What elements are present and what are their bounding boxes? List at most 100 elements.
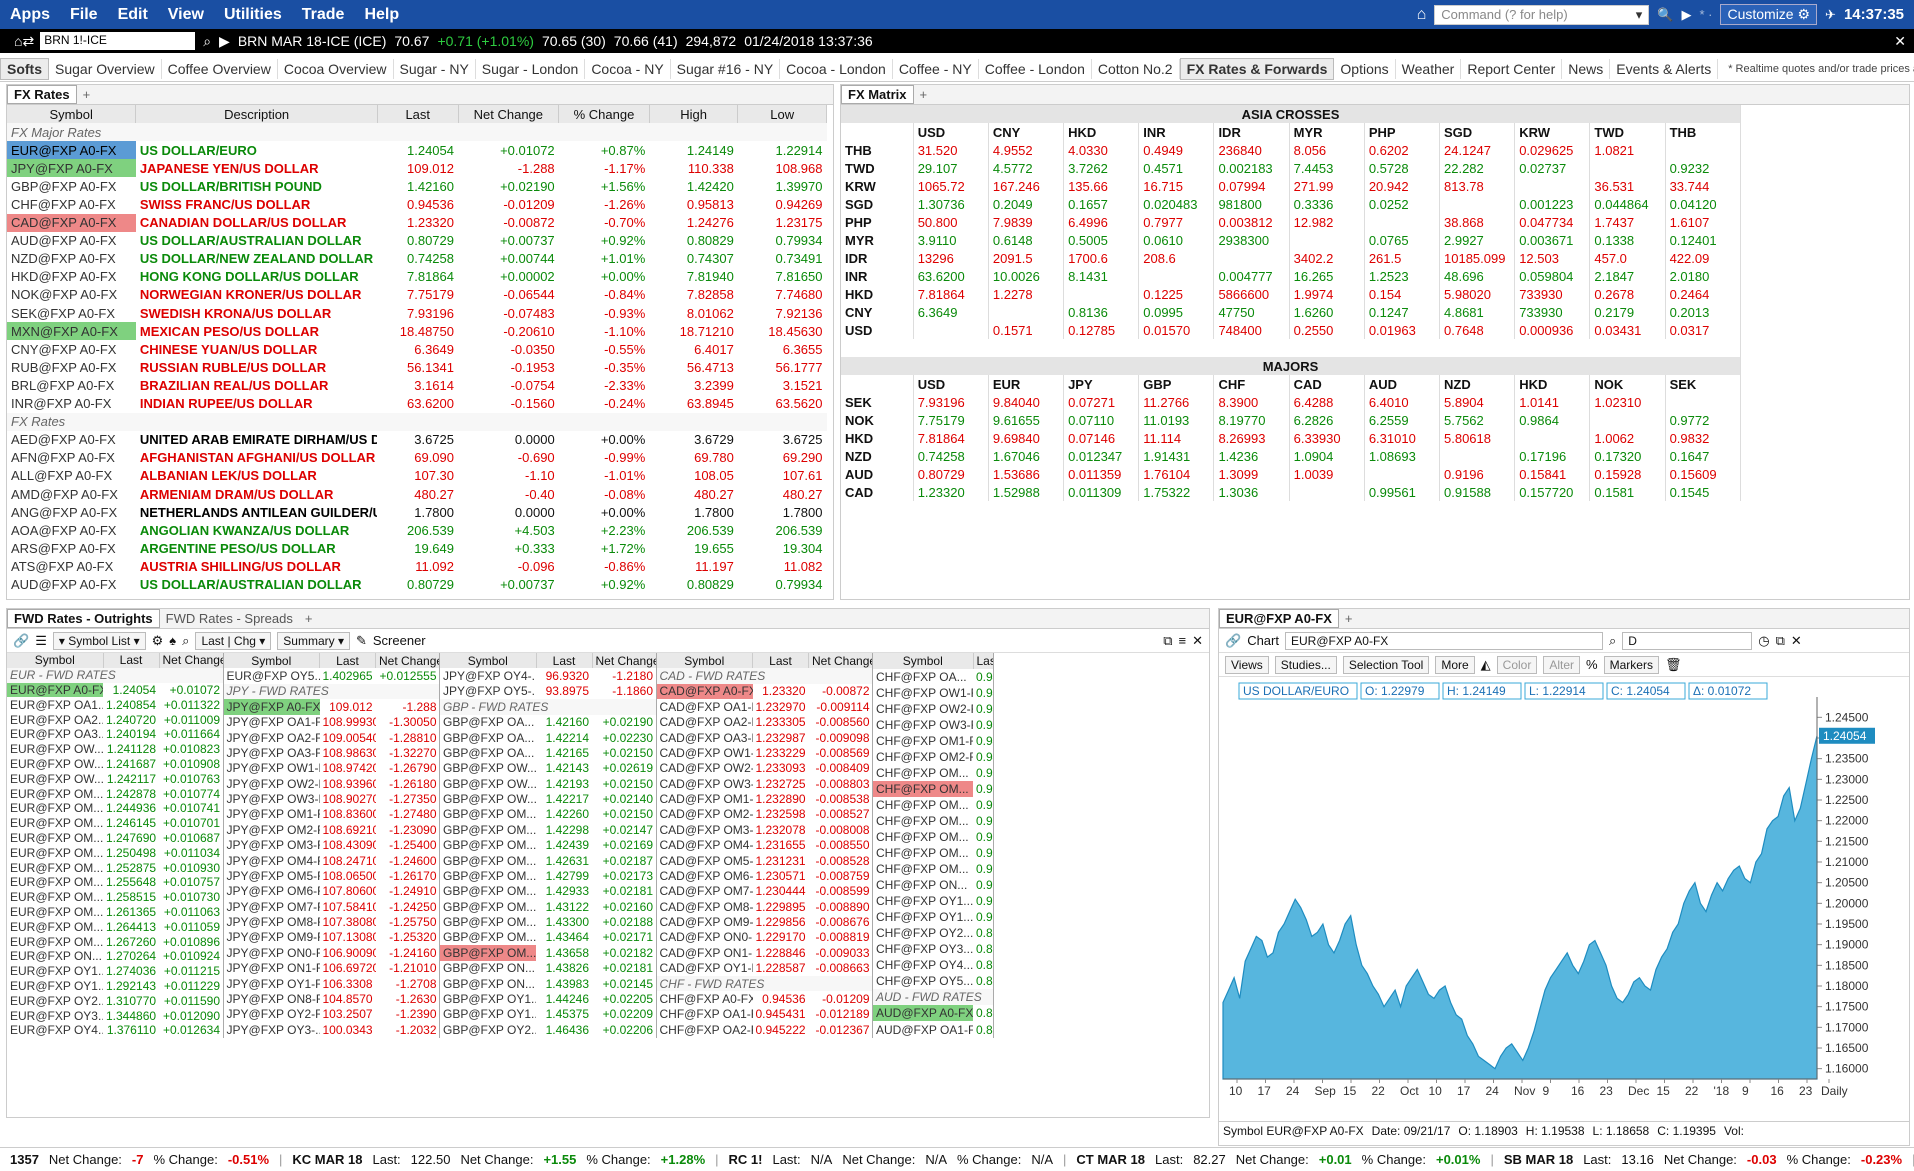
price-chart[interactable]: US DOLLAR/EURO O: 1.22979 H: 1.24149 L: 1.2… — [1219, 677, 1909, 1121]
search-icon[interactable]: ⌕ — [203, 33, 211, 50]
table-row[interactable]: JPY@FXP OM5-FX108.06500 -1.26170 — [224, 868, 440, 883]
add-tab-icon[interactable]: + — [299, 611, 319, 626]
pin-icon[interactable]: ✈ — [1825, 7, 1836, 23]
link-icon[interactable]: 🔗 — [1225, 633, 1241, 649]
table-row[interactable]: GBP@FXP OM... 1.42439 +0.02169 — [440, 838, 656, 853]
table-row[interactable]: CHF@FXP OW2-FX0.94 — [873, 701, 993, 717]
group-row[interactable]: EUR - FWD RATES — [7, 667, 223, 683]
menu-help[interactable]: Help — [354, 6, 409, 24]
search-icon[interactable]: ⌕ — [182, 633, 189, 649]
table-row[interactable]: NZD@FXP A0-FX US DOLLAR/NEW ZEALAND DOLLA… — [7, 250, 827, 268]
table-row[interactable]: CHF@FXP OM... 0.93 — [873, 765, 993, 781]
col-header[interactable]: Last — [973, 653, 994, 670]
menu-utilities[interactable]: Utilities — [214, 6, 292, 24]
table-row[interactable]: JPY@FXP OM3-FX108.43090 -1.25400 — [224, 838, 440, 853]
table-row[interactable]: JPY@FXP OM9-FX107.13080 -1.25320 — [224, 930, 440, 945]
table-row[interactable]: CAD@FXP OM3-FX1.232078 -0.008008 — [657, 822, 873, 837]
table-row[interactable]: GBP@FXP OM... 1.42799 +0.02173 — [440, 868, 656, 883]
tab-9[interactable]: Coffee - NY — [893, 58, 979, 79]
table-row[interactable]: GBP@FXP OA... 1.42214 +0.02230 — [440, 730, 656, 745]
tab-14[interactable]: Weather — [1396, 58, 1462, 79]
table-row[interactable]: CHF@FXP A0-FX SWISS FRANC/US DOLLAR 0.9453… — [7, 195, 827, 213]
chart-symbol-input[interactable]: EUR@FXP A0-FX — [1284, 631, 1603, 650]
table-row[interactable]: GBP@FXP ON... 1.43983 +0.02145 — [440, 976, 656, 991]
col-header[interactable]: Symbol — [656, 653, 753, 669]
table-row[interactable]: EUR@FXP OA3... 1.240194 +0.011664 — [7, 727, 223, 742]
add-tab-icon[interactable]: + — [914, 87, 934, 102]
ticker-symbol[interactable]: KC MAR 18 — [292, 1152, 362, 1167]
table-row[interactable]: EUR@FXP OW... 1.241128 +0.010823 — [7, 742, 223, 757]
table-row[interactable]: CAD@FXP ON1-FX1.228846 -0.009033 — [657, 945, 873, 960]
col-header[interactable]: Net Change — [808, 653, 873, 669]
col-header[interactable]: Net Change — [159, 653, 224, 668]
table-row[interactable]: CAD@FXP OM6-FX1.230571 -0.008759 — [657, 868, 873, 883]
table-row[interactable]: ATS@FXP A0-FX AUSTRIA SHILLING/US DOLLAR 1… — [7, 557, 827, 575]
col-header[interactable]: Symbol — [440, 653, 537, 669]
group-row[interactable]: CAD - FWD RATES — [656, 668, 873, 684]
col-header[interactable]: Symbol — [7, 105, 137, 124]
table-row[interactable]: INR@FXP A0-FX INDIAN RUPEE/US DOLLAR 63.62… — [7, 395, 827, 413]
tab-11[interactable]: Cotton No.2 — [1092, 58, 1180, 79]
summary-button[interactable]: Summary ▾ — [277, 631, 350, 650]
table-row[interactable]: JPY@FXP OM6-FX107.80600 -1.24910 — [224, 884, 440, 899]
tab-chart-symbol[interactable]: EUR@FXP A0-FX — [1219, 609, 1339, 628]
customize-button[interactable]: Customize ⚙ — [1720, 4, 1818, 25]
table-row[interactable]: AUD@FXP A0-FX US DOLLAR/AUSTRALIAN DOLLAR… — [7, 232, 827, 250]
table-row[interactable]: JPY@FXP OM7-FX107.58410 -1.24250 — [224, 899, 440, 914]
matrix-row[interactable]: TWD 29.107 4.5772 3.7262 0.4571 0.002183 7.445… — [841, 159, 1742, 177]
table-row[interactable]: JPY@FXP OA2-FX109.00540 -1.28810 — [224, 730, 440, 745]
table-row[interactable]: CAD@FXP OA2-FX1.233305 -0.008560 — [657, 715, 873, 730]
table-row[interactable]: CHF@FXP OY4...0.83 — [873, 957, 993, 973]
studies-button[interactable]: Studies... — [1274, 655, 1337, 674]
table-row[interactable]: CAD@FXP OA1-FX1.232970 -0.009114 — [657, 699, 873, 714]
selection-tool-button[interactable]: Selection Tool — [1342, 655, 1430, 674]
col-header[interactable]: Symbol — [223, 653, 320, 669]
table-row[interactable]: GBP@FXP OM... 1.42260 +0.02150 — [440, 807, 656, 822]
table-row[interactable]: JPY@FXP OY5-... 93.8975 -1.1860 — [440, 684, 656, 699]
table-row[interactable]: EUR@FXP ON... 1.270264 +0.010924 — [7, 949, 223, 964]
ticker-symbol[interactable]: RC 1! — [729, 1152, 763, 1167]
menu-view[interactable]: View — [158, 6, 214, 24]
table-row[interactable]: ANG@FXP A0-FX NETHERLANDS ANTILEAN GUILDE… — [7, 503, 827, 521]
table-row[interactable]: AOA@FXP A0-FX ANGOLIAN KWANZA/US DOLLAR 20… — [7, 521, 827, 539]
table-row[interactable]: EUR@FXP OM... 1.250498 +0.011034 — [7, 845, 223, 860]
group-row[interactable]: FX Rates — [7, 412, 827, 431]
table-row[interactable]: EUR@FXP OW... 1.242117 +0.010763 — [7, 771, 223, 786]
matrix-row[interactable]: INR 63.6200 10.0026 8.1431 0.004777 16.265 1.2… — [841, 267, 1742, 285]
table-row[interactable]: CHF@FXP OM1-FX0.94 — [873, 733, 993, 749]
table-row[interactable]: ARS@FXP A0-FX ARGENTINE PESO/US DOLLAR 19.… — [7, 539, 827, 557]
matrix-row[interactable]: CAD 1.23320 1.52988 0.011309 1.75322 1.3036 0.… — [841, 483, 1742, 501]
table-row[interactable]: AUD@FXP A0-FX US DOLLAR/AUSTRALIAN DOLLAR… — [7, 575, 827, 593]
asterisk-icon[interactable]: * · — [1699, 7, 1712, 22]
table-row[interactable]: JPY@FXP ON0-FX106.90090 -1.24160 — [224, 945, 440, 960]
table-row[interactable]: CHF@FXP OY1...0.91 — [873, 893, 993, 909]
tab-fx-rates[interactable]: FX Rates — [7, 85, 77, 104]
search-icon[interactable]: ⌕ — [1609, 633, 1616, 649]
tab-3[interactable]: Cocoa Overview — [278, 58, 394, 79]
tab-0[interactable]: Softs — [0, 57, 49, 80]
group-row[interactable]: GBP - FWD RATES — [440, 699, 656, 715]
table-row[interactable]: HKD@FXP A0-FX HONG KONG DOLLAR/US DOLLAR 7… — [7, 268, 827, 286]
table-row[interactable]: CHF@FXP OY3...0.85 — [873, 941, 993, 957]
table-row[interactable]: EUR@FXP OM... 1.247690 +0.010687 — [7, 831, 223, 846]
tab-8[interactable]: Cocoa - London — [780, 58, 893, 79]
table-row[interactable]: GBP@FXP OW... 1.42193 +0.02150 — [440, 776, 656, 791]
table-row[interactable]: CHF@FXP OA... 0.94 — [873, 669, 993, 685]
color-button[interactable]: Color — [1496, 655, 1538, 674]
table-row[interactable]: CAD@FXP OM5-FX1.231231 -0.008528 — [657, 853, 873, 868]
play-icon[interactable]: ▶ — [219, 33, 230, 50]
link-icon[interactable]: 🔗 — [13, 633, 29, 649]
markers-button[interactable]: Markers — [1603, 655, 1659, 674]
table-row[interactable]: EUR@FXP OY5... 1.402965 +0.012555 — [224, 668, 440, 683]
col-header[interactable]: Net Change — [458, 105, 560, 124]
matrix-row[interactable]: PHP 50.800 7.9839 6.4996 0.7977 0.003812 12.98… — [841, 213, 1742, 231]
table-row[interactable]: CAD@FXP OA3-FX1.232987 -0.009098 — [657, 730, 873, 745]
table-row[interactable]: EUR@FXP OY2... 1.310770 +0.011590 — [7, 993, 223, 1008]
tab-fwd-outrights[interactable]: FWD Rates - Outrights — [7, 609, 160, 628]
ticker-symbol[interactable]: CT MAR 18 — [1076, 1152, 1145, 1167]
table-row[interactable]: CNY@FXP A0-FX CHINESE YUAN/US DOLLAR 6.364… — [7, 340, 827, 358]
table-row[interactable]: JPY@FXP OA1-FX108.99930 -1.30050 — [224, 715, 440, 730]
table-row[interactable]: CAD@FXP A0-FX 1.23320 -0.00872 — [656, 683, 873, 700]
close-icon[interactable]: ✕ — [1192, 633, 1203, 649]
table-row[interactable]: EUR@FXP A0-FX US DOLLAR/EURO 1.24054 +0.010… — [7, 141, 827, 160]
